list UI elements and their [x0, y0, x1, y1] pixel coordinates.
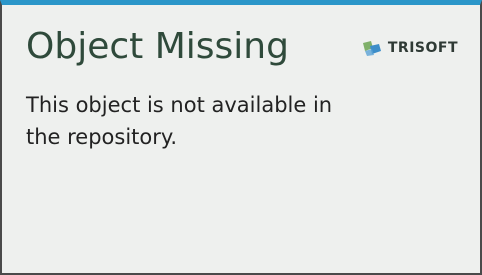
trisoft-logo-icon [362, 41, 381, 56]
object-missing-placeholder: Object Missing TRISOFT This object is no… [0, 0, 482, 275]
placeholder-title: Object Missing [26, 26, 289, 67]
logo-text: TRISOFT [387, 40, 458, 56]
trisoft-logo: TRISOFT [361, 39, 458, 57]
placeholder-message: This object is not available in the repo… [26, 93, 333, 149]
